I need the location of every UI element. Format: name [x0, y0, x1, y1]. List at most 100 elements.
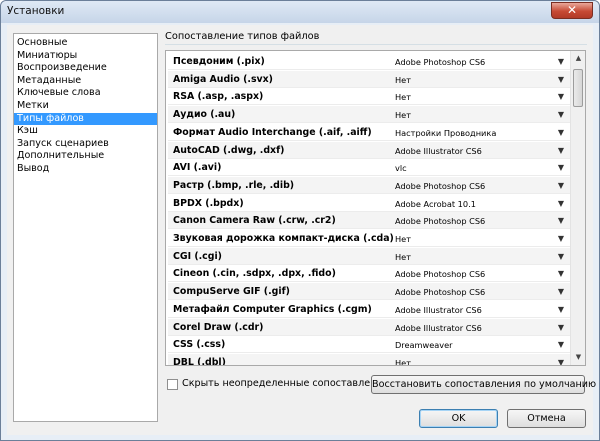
file-type-row[interactable]: CGI (.cgi) Нет ▼ — [168, 247, 570, 265]
file-type-row[interactable]: DBL (.dbl) Нет ▼ — [168, 353, 570, 366]
association-select[interactable]: Нет — [395, 234, 411, 244]
association-select[interactable]: Adobe Illustrator CS6 — [395, 305, 482, 315]
association-select[interactable]: Нет — [395, 358, 411, 365]
ok-button[interactable]: OK — [419, 409, 498, 428]
nav-item[interactable]: Типы файлов — [14, 112, 157, 126]
association-select[interactable]: Adobe Photoshop CS6 — [395, 181, 485, 191]
hide-undefined-checkbox[interactable] — [167, 379, 178, 390]
file-type-row[interactable]: AutoCAD (.dwg, .dxf) Adobe Illustrator CS… — [168, 141, 570, 159]
dropdown-arrow-icon[interactable]: ▼ — [558, 358, 564, 365]
file-type-name: AVI (.avi) — [173, 162, 222, 174]
file-type-list: Псевдоним (.pix) Adobe Photoshop CS6 ▼ Amig… — [165, 50, 586, 366]
nav-item[interactable]: Вывод — [14, 163, 157, 176]
file-type-name: Cineon (.cin, .sdpx, .dpx, .fido) — [173, 268, 336, 280]
file-type-name: Canon Camera Raw (.crw, .cr2) — [173, 215, 336, 227]
dropdown-arrow-icon[interactable]: ▼ — [558, 75, 564, 84]
file-type-row[interactable]: Формат Audio Interchange (.aif, .aiff) На… — [168, 124, 570, 141]
association-select[interactable]: Нет — [395, 252, 411, 262]
file-type-name: Растр (.bmp, .rle, .dib) — [173, 179, 295, 191]
association-select[interactable]: Adobe Photoshop CS6 — [395, 269, 485, 279]
dropdown-arrow-icon[interactable]: ▼ — [558, 269, 564, 278]
group-divider — [165, 44, 587, 45]
dropdown-arrow-icon[interactable]: ▼ — [558, 216, 564, 225]
dropdown-arrow-icon[interactable]: ▼ — [558, 57, 564, 66]
dropdown-arrow-icon[interactable]: ▼ — [558, 234, 564, 243]
nav-item[interactable]: Метки — [14, 100, 157, 113]
dropdown-arrow-icon[interactable]: ▼ — [558, 110, 564, 119]
nav-item[interactable]: Кэш — [14, 125, 157, 138]
dropdown-arrow-icon[interactable]: ▼ — [558, 252, 564, 261]
dropdown-arrow-icon[interactable]: ▼ — [558, 128, 564, 137]
file-type-name: Звуковая дорожка компакт-диска (.cda) — [173, 233, 394, 244]
dropdown-arrow-icon[interactable]: ▼ — [558, 323, 564, 332]
dropdown-arrow-icon[interactable]: ▼ — [558, 92, 564, 101]
window-title: Установки — [7, 5, 65, 17]
association-select[interactable]: Нет — [395, 110, 411, 120]
association-select[interactable]: Adobe Photoshop CS6 — [395, 57, 485, 67]
file-type-name: CGI (.cgi) — [173, 250, 222, 262]
nav-item[interactable]: Ключевые слова — [14, 87, 157, 100]
file-type-row[interactable]: RSA (.asp, .aspx) Нет ▼ — [168, 88, 570, 106]
file-type-row[interactable]: AVI (.avi) vlc ▼ — [168, 159, 570, 177]
file-type-row[interactable]: BPDX (.bpdx) Adobe Acrobat 10.1 ▼ — [168, 195, 570, 212]
dropdown-arrow-icon[interactable]: ▼ — [558, 340, 564, 349]
dropdown-arrow-icon[interactable]: ▼ — [558, 146, 564, 155]
list-scrollbar[interactable]: ▲ ▼ — [570, 51, 585, 365]
dropdown-arrow-icon[interactable]: ▼ — [558, 199, 564, 208]
dropdown-arrow-icon[interactable]: ▼ — [558, 163, 564, 172]
nav-item[interactable]: Воспроизведение — [14, 62, 157, 75]
association-select[interactable]: Adobe Illustrator CS6 — [395, 146, 482, 156]
file-type-name: CSS (.css) — [173, 339, 226, 351]
file-type-name: Формат Audio Interchange (.aif, .aiff) — [173, 126, 372, 138]
file-type-row[interactable]: CompuServe GIF (.gif) Adobe Photoshop CS6… — [168, 283, 570, 301]
association-select[interactable]: Adobe Illustrator CS6 — [395, 323, 482, 333]
scroll-thumb[interactable] — [573, 69, 583, 107]
dropdown-arrow-icon[interactable]: ▼ — [558, 181, 564, 190]
file-type-name: Amiga Audio (.svx) — [173, 73, 273, 85]
association-select[interactable]: Adobe Photoshop CS6 — [395, 287, 485, 297]
association-select[interactable]: vlc — [395, 163, 407, 173]
preferences-window: Установки ✕ Основные Миниатюры Воспроизвед… — [0, 0, 600, 441]
file-type-name: Метафайл Computer Graphics (.cgm) — [173, 303, 372, 315]
file-type-row[interactable]: Растр (.bmp, .rle, .dib) Adobe Photoshop … — [168, 176, 570, 194]
file-type-row[interactable]: CSS (.css) Dreamweaver ▼ — [168, 336, 570, 354]
category-list: Основные Миниатюры Воспроизведение Метаданн… — [13, 33, 158, 422]
title-bar[interactable]: Установки ✕ — [1, 1, 599, 23]
file-type-name: CompuServe GIF (.gif) — [173, 286, 290, 298]
dropdown-arrow-icon[interactable]: ▼ — [558, 287, 564, 296]
cancel-button[interactable]: Отмена — [507, 409, 586, 428]
scroll-up-icon[interactable]: ▲ — [571, 51, 585, 66]
nav-item[interactable]: Основные — [14, 37, 157, 50]
nav-item[interactable]: Миниатюры — [14, 50, 157, 63]
file-type-name: Аудио (.au) — [173, 109, 236, 121]
hide-undefined-label: Скрыть неопределенные сопоставления — [182, 378, 389, 389]
file-type-name: DBL (.dbl) — [173, 356, 226, 366]
nav-item[interactable]: Метаданные — [14, 75, 157, 88]
association-select[interactable]: Adobe Photoshop CS6 — [395, 216, 485, 226]
restore-defaults-button[interactable]: Восстановить сопоставления по умолчанию — [371, 375, 596, 394]
association-select[interactable]: Нет — [395, 75, 411, 85]
file-type-row[interactable]: Аудио (.au) Нет ▼ — [168, 106, 570, 124]
file-type-name: AutoCAD (.dwg, .dxf) — [173, 144, 285, 156]
association-select[interactable]: Нет — [395, 92, 411, 102]
file-type-row[interactable]: Canon Camera Raw (.crw, .cr2) Adobe Photo… — [168, 212, 570, 230]
file-type-row[interactable]: Метафайл Computer Graphics (.cgm) Adobe I… — [168, 301, 570, 318]
association-select[interactable]: Dreamweaver — [395, 340, 453, 350]
file-type-name: Corel Draw (.cdr) — [173, 321, 264, 333]
file-type-row[interactable]: Cineon (.cin, .sdpx, .dpx, .fido) Adobe P… — [168, 265, 570, 283]
file-type-name: Псевдоним (.pix) — [173, 56, 265, 67]
scroll-down-icon[interactable]: ▼ — [571, 350, 585, 365]
dropdown-arrow-icon[interactable]: ▼ — [558, 305, 564, 314]
file-type-row[interactable]: Псевдоним (.pix) Adobe Photoshop CS6 ▼ — [168, 53, 570, 70]
nav-item[interactable]: Дополнительные — [14, 150, 157, 163]
file-type-row[interactable]: Звуковая дорожка компакт-диска (.cda) Нет… — [168, 230, 570, 247]
file-type-row[interactable]: Amiga Audio (.svx) Нет ▼ — [168, 70, 570, 88]
group-label: Сопоставление типов файлов — [165, 31, 320, 42]
dialog-client: Основные Миниатюры Воспроизведение Метаданн… — [7, 25, 596, 435]
association-select[interactable]: Adobe Acrobat 10.1 — [395, 199, 476, 209]
file-type-row[interactable]: Corel Draw (.cdr) Adobe Illustrator CS6 ▼ — [168, 318, 570, 336]
association-select[interactable]: Настройки Проводника — [395, 128, 496, 138]
nav-item[interactable]: Запуск сценариев — [14, 138, 157, 151]
file-type-name: BPDX (.bpdx) — [173, 197, 244, 209]
close-icon[interactable]: ✕ — [551, 2, 593, 19]
